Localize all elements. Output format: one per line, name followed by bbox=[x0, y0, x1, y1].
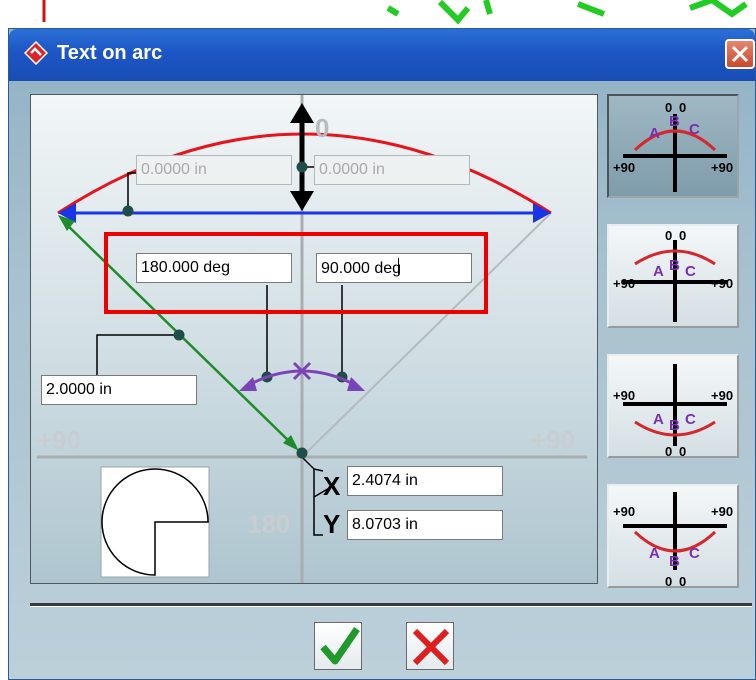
x-label: X bbox=[323, 471, 341, 501]
dialog-separator bbox=[30, 603, 752, 607]
svg-text:A: A bbox=[649, 545, 660, 562]
app-logo-icon bbox=[24, 41, 48, 65]
svg-text:A: A bbox=[653, 411, 664, 428]
angle-fields-highlight bbox=[104, 232, 488, 314]
radius-field[interactable]: 2.0000 in bbox=[41, 375, 197, 405]
svg-text:C: C bbox=[689, 545, 700, 562]
svg-text:0: 0 bbox=[679, 444, 686, 459]
bottom-angle-label: 180 bbox=[247, 509, 291, 539]
svg-text:+90: +90 bbox=[711, 388, 733, 403]
svg-text:B: B bbox=[669, 417, 680, 434]
svg-text:+90: +90 bbox=[613, 504, 635, 519]
center-x-field[interactable]: 2.4074 in bbox=[347, 466, 503, 496]
svg-text:0: 0 bbox=[665, 444, 672, 459]
right-angle-label: +90 bbox=[531, 425, 576, 455]
text-inside-top-icon: 0 0 +90 +90 A B C bbox=[613, 228, 733, 322]
svg-text:C: C bbox=[689, 121, 700, 138]
close-icon bbox=[731, 45, 749, 63]
mode-button-outside-bottom[interactable]: 0 0 +90 +90 A B C bbox=[607, 484, 739, 589]
svg-text:+90: +90 bbox=[613, 388, 635, 403]
svg-text:0: 0 bbox=[679, 574, 686, 589]
y-label: Y bbox=[323, 509, 341, 539]
svg-text:0: 0 bbox=[665, 228, 672, 243]
svg-text:0: 0 bbox=[679, 228, 686, 243]
text-inside-bottom-icon: 0 0 +90 +90 A B C bbox=[613, 364, 733, 459]
left-offset-field[interactable]: 0.0000 in bbox=[136, 155, 292, 185]
cross-icon bbox=[412, 628, 450, 666]
svg-text:C: C bbox=[685, 411, 696, 428]
svg-text:C: C bbox=[685, 263, 696, 280]
svg-text:A: A bbox=[653, 263, 664, 280]
svg-text:+90: +90 bbox=[711, 160, 733, 175]
mode-button-inside-bottom[interactable]: 0 0 +90 +90 A B C bbox=[607, 354, 739, 459]
mode-button-inside-top[interactable]: 0 0 +90 +90 A B C bbox=[607, 224, 739, 328]
text-outside-top-icon: 0 0 +90 +90 A B C bbox=[613, 100, 733, 192]
dialog-title: Text on arc bbox=[57, 42, 163, 64]
svg-text:A: A bbox=[649, 125, 660, 142]
text-outside-bottom-icon: 0 0 +90 +90 A B C bbox=[613, 492, 733, 589]
svg-text:+90: +90 bbox=[613, 160, 635, 175]
svg-text:+90: +90 bbox=[711, 504, 733, 519]
svg-text:0: 0 bbox=[665, 574, 672, 589]
svg-text:B: B bbox=[669, 553, 680, 570]
mode-button-outside-top[interactable]: 0 0 +90 +90 A B C bbox=[607, 94, 739, 198]
arc-diagram-panel: 0 +90 +90 180 X Y 0.0000 in 0.0000 in 18… bbox=[30, 94, 598, 584]
cancel-button[interactable] bbox=[406, 622, 454, 670]
svg-text:B: B bbox=[669, 257, 680, 274]
left-angle-label: +90 bbox=[37, 425, 82, 455]
svg-text:+90: +90 bbox=[711, 276, 733, 291]
svg-text:+90: +90 bbox=[613, 276, 635, 291]
svg-text:0: 0 bbox=[679, 100, 686, 115]
center-y-field[interactable]: 8.0703 in bbox=[347, 510, 503, 540]
ok-button[interactable] bbox=[314, 622, 362, 670]
title-bar[interactable]: Text on arc bbox=[9, 29, 755, 81]
close-button[interactable] bbox=[725, 39, 755, 69]
top-angle-label: 0 bbox=[315, 113, 330, 143]
right-offset-field[interactable]: 0.0000 in bbox=[314, 155, 470, 185]
svg-text:B: B bbox=[669, 113, 680, 130]
checkmark-icon bbox=[320, 627, 360, 665]
